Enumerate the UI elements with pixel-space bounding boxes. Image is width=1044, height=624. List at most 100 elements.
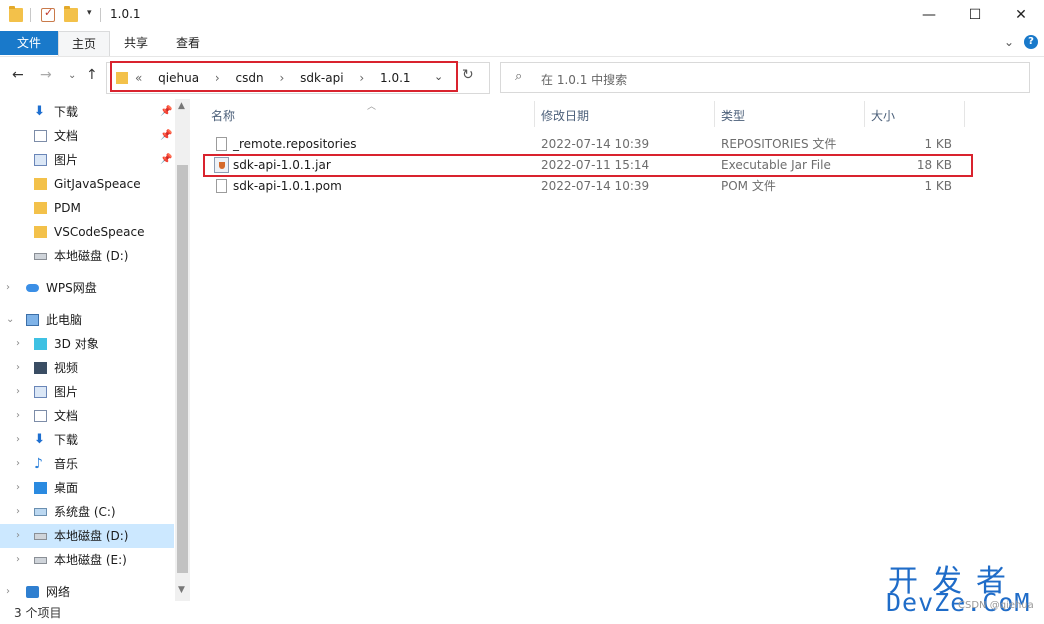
- sidebar-item-pictures-pc[interactable]: › 图片: [0, 380, 174, 404]
- expand-icon[interactable]: ›: [16, 332, 20, 356]
- minimize-button[interactable]: —: [906, 0, 952, 31]
- file-row[interactable]: _remote.repositories 2022-07-14 10:39 RE…: [206, 134, 966, 155]
- sidebar-item-label: 系统盘 (C:): [54, 505, 116, 519]
- sidebar-item-documents[interactable]: 文档 📌: [0, 124, 174, 148]
- column-header-size[interactable]: 大小: [871, 107, 895, 124]
- maximize-button[interactable]: ☐: [952, 0, 998, 31]
- expand-icon[interactable]: ›: [16, 500, 20, 524]
- sidebar-item-label: 音乐: [54, 457, 79, 471]
- computer-icon: [26, 314, 39, 326]
- sidebar-item-label: PDM: [54, 201, 81, 215]
- sidebar-item-drive-d[interactable]: › 本地磁盘 (D:): [0, 524, 174, 548]
- picture-icon: [34, 386, 47, 398]
- scroll-thumb[interactable]: [177, 165, 188, 573]
- system-drive-icon: [34, 508, 47, 516]
- expand-icon[interactable]: ›: [16, 356, 20, 380]
- file-date: 2022-07-14 10:39: [541, 179, 650, 193]
- sidebar-item-desktop[interactable]: › 桌面: [0, 476, 174, 500]
- sidebar-item-pictures[interactable]: 图片 📌: [0, 148, 174, 172]
- expand-icon[interactable]: ›: [16, 428, 20, 452]
- sidebar-item-label: 此电脑: [46, 313, 83, 327]
- address-highlight-box: [110, 61, 458, 92]
- expand-icon[interactable]: ›: [16, 380, 20, 404]
- file-row[interactable]: sdk-api-1.0.1.pom 2022-07-14 10:39 POM 文…: [206, 176, 966, 197]
- sidebar-item-vscodespeace[interactable]: VSCodeSpeace: [0, 220, 174, 244]
- sidebar-item-label: 图片: [54, 385, 79, 399]
- expand-icon[interactable]: ›: [6, 276, 10, 300]
- folder-icon: [34, 202, 47, 214]
- search-box[interactable]: ⌕ 在 1.0.1 中搜索: [500, 62, 1030, 93]
- expand-icon[interactable]: ›: [16, 404, 20, 428]
- tab-home[interactable]: 主页: [58, 31, 110, 56]
- tab-share[interactable]: 共享: [112, 31, 160, 56]
- refresh-icon[interactable]: ↻: [462, 67, 474, 83]
- column-header-type[interactable]: 类型: [721, 107, 745, 124]
- up-arrow-icon[interactable]: ↑: [86, 67, 98, 83]
- sidebar-scrollbar[interactable]: ▲ ▼: [175, 99, 190, 601]
- column-header-name[interactable]: 名称: [211, 107, 235, 124]
- picture-icon: [34, 154, 47, 166]
- pin-icon[interactable]: 📌: [160, 148, 172, 172]
- sidebar-item-label: 本地磁盘 (E:): [54, 553, 127, 567]
- column-header-date[interactable]: 修改日期: [541, 107, 589, 124]
- sidebar-item-music[interactable]: › ♪ 音乐: [0, 452, 174, 476]
- tab-file[interactable]: 文件: [0, 31, 58, 55]
- expand-icon[interactable]: ›: [16, 452, 20, 476]
- back-arrow-icon[interactable]: ←: [12, 67, 24, 83]
- search-placeholder: 在 1.0.1 中搜索: [541, 73, 628, 87]
- customize-quick-access-icon[interactable]: ▾: [87, 8, 92, 18]
- pin-icon[interactable]: 📌: [160, 124, 172, 148]
- column-divider[interactable]: [864, 101, 865, 127]
- search-icon: ⌕: [515, 69, 523, 84]
- file-size: 1 KB: [924, 137, 952, 151]
- scroll-up-icon[interactable]: ▲: [178, 101, 185, 111]
- sidebar-item-label: 桌面: [54, 481, 79, 495]
- sidebar-item-this-pc[interactable]: ⌄ 此电脑: [0, 308, 174, 332]
- column-divider[interactable]: [714, 101, 715, 127]
- column-divider[interactable]: [534, 101, 535, 127]
- document-icon: [34, 130, 47, 142]
- video-icon: [34, 362, 47, 374]
- drive-icon: [34, 253, 47, 260]
- collapse-icon[interactable]: ⌄: [6, 308, 14, 332]
- download-icon: ⬇: [34, 432, 45, 447]
- sidebar-item-documents-pc[interactable]: › 文档: [0, 404, 174, 428]
- navigation-pane: ⬇ 下载 📌 文档 📌 图片 📌 GitJavaSpeace PDM VSCod…: [0, 99, 190, 601]
- forward-arrow-icon[interactable]: →: [40, 67, 52, 83]
- sidebar-item-downloads[interactable]: ⬇ 下载 📌: [0, 100, 174, 124]
- desktop-icon: [34, 482, 47, 494]
- sidebar-item-drive-e[interactable]: › 本地磁盘 (E:): [0, 548, 174, 572]
- sidebar-item-drive-d-quick[interactable]: 本地磁盘 (D:): [0, 244, 174, 268]
- new-folder-icon[interactable]: [64, 6, 78, 22]
- sidebar-item-downloads-pc[interactable]: › ⬇ 下载: [0, 428, 174, 452]
- expand-icon[interactable]: ›: [16, 476, 20, 500]
- recent-locations-icon[interactable]: ⌄: [68, 70, 76, 81]
- sort-ascending-icon: ︿: [367, 102, 377, 112]
- file-icon: [216, 179, 227, 193]
- title-bar: ▾ 1.0.1 — ☐ ✕: [0, 0, 1044, 31]
- sidebar-item-3d-objects[interactable]: › 3D 对象: [0, 332, 174, 356]
- sidebar-item-wps-cloud[interactable]: › WPS网盘: [0, 276, 174, 300]
- help-icon[interactable]: ?: [1024, 35, 1038, 49]
- sidebar-item-label: 文档: [54, 409, 79, 423]
- sidebar-item-pdm[interactable]: PDM: [0, 196, 174, 220]
- column-divider[interactable]: [964, 101, 965, 127]
- sidebar-item-label: 下载: [54, 433, 79, 447]
- scroll-down-icon[interactable]: ▼: [178, 585, 185, 595]
- folder-icon: [9, 6, 23, 22]
- cloud-icon: [26, 284, 39, 292]
- file-icon: [216, 137, 227, 151]
- sidebar-item-gitjavaspeace[interactable]: GitJavaSpeace: [0, 172, 174, 196]
- chevron-down-icon[interactable]: ⌄: [1004, 35, 1014, 49]
- pin-icon[interactable]: 📌: [160, 100, 172, 124]
- sidebar-item-label: 本地磁盘 (D:): [54, 529, 129, 543]
- close-button[interactable]: ✕: [998, 0, 1044, 31]
- sidebar-item-videos[interactable]: › 视频: [0, 356, 174, 380]
- expand-icon[interactable]: ›: [16, 524, 20, 548]
- expand-icon[interactable]: ›: [16, 548, 20, 572]
- download-icon: ⬇: [34, 104, 45, 119]
- sidebar-item-drive-c[interactable]: › 系统盘 (C:): [0, 500, 174, 524]
- properties-icon[interactable]: [41, 6, 55, 22]
- window-title: 1.0.1: [110, 7, 141, 21]
- tab-view[interactable]: 查看: [164, 31, 212, 56]
